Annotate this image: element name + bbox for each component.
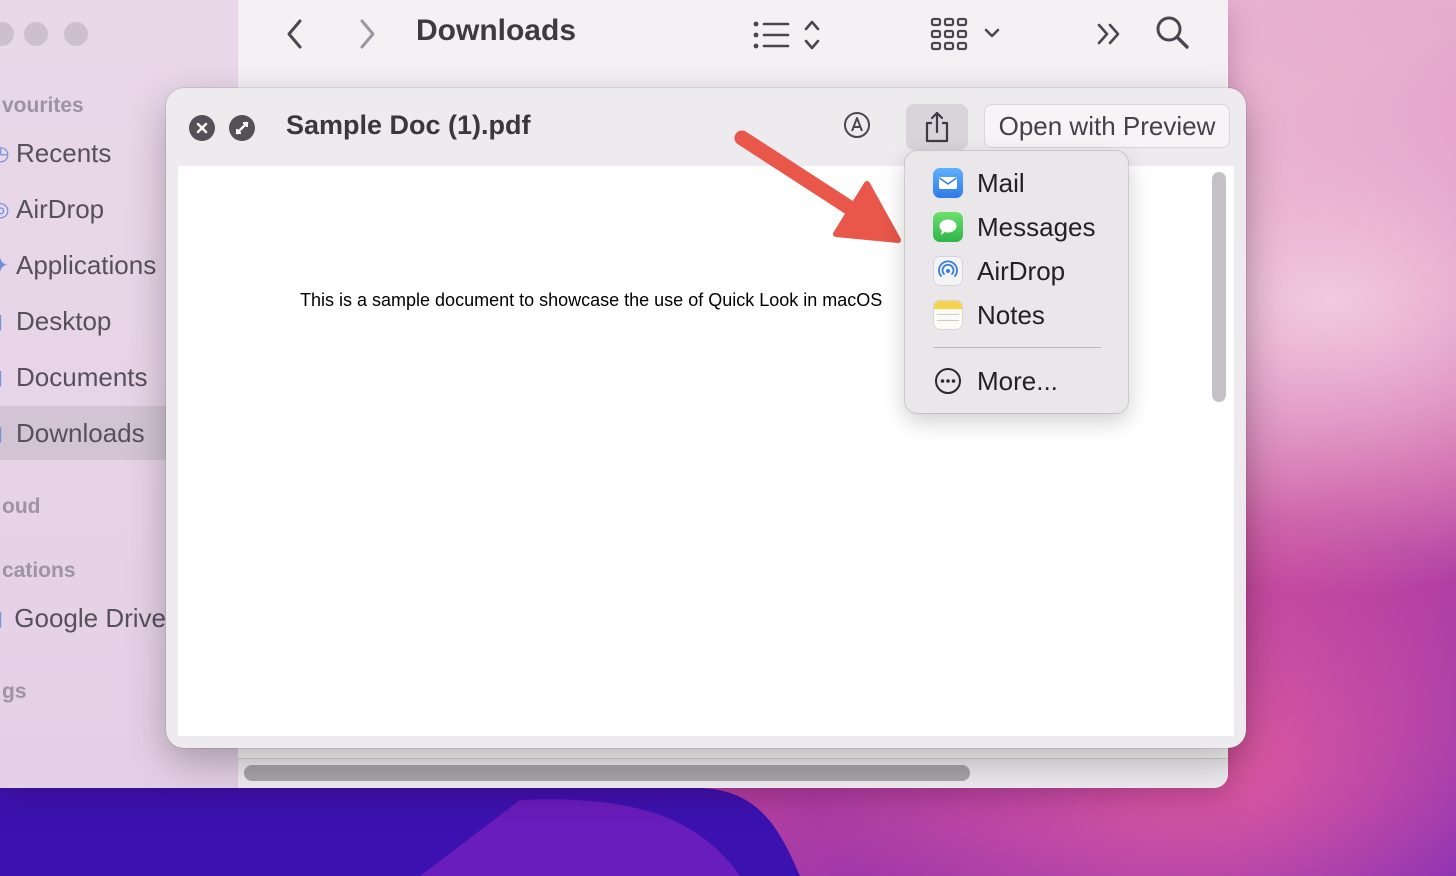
airdrop-icon: ◎ bbox=[0, 198, 10, 221]
applications-icon: ✦ bbox=[0, 254, 9, 277]
folder-icon: ▯ bbox=[0, 365, 12, 390]
menu-item-label: AirDrop bbox=[977, 255, 1066, 286]
menu-item-label: Notes bbox=[977, 299, 1045, 330]
menu-item-label: More... bbox=[977, 365, 1058, 396]
group-view-icon[interactable] bbox=[930, 16, 1004, 52]
zoom-traffic-light[interactable] bbox=[64, 22, 88, 46]
sidebar-item-label: Google Drive bbox=[14, 602, 166, 633]
forward-chevron-icon[interactable] bbox=[356, 18, 378, 50]
sidebar-section-icloud: oud bbox=[2, 495, 41, 518]
close-traffic-light[interactable] bbox=[0, 22, 14, 46]
share-menu-item-messages[interactable]: Messages bbox=[933, 208, 1096, 246]
sidebar-item-airdrop[interactable]: ◎ AirDrop bbox=[0, 182, 166, 236]
sidebar-item-label: Desktop bbox=[16, 305, 112, 336]
finder-toolbar: Downloads bbox=[238, 0, 1228, 88]
sidebar-item-downloads[interactable]: ▯ Downloads bbox=[0, 406, 166, 460]
document-text: This is a sample document to showcase th… bbox=[300, 290, 883, 310]
share-menu-item-notes[interactable]: Notes bbox=[933, 296, 1045, 334]
quicklook-title: Sample Doc (1).pdf bbox=[286, 110, 531, 140]
airdrop-icon bbox=[933, 256, 963, 286]
sidebar-item-label: Documents bbox=[16, 361, 148, 392]
horizontal-scrollbar[interactable] bbox=[244, 765, 970, 781]
back-chevron-icon[interactable] bbox=[284, 18, 306, 50]
open-with-preview-button[interactable]: Open with Preview bbox=[984, 104, 1230, 148]
menu-item-label: Messages bbox=[977, 211, 1096, 242]
sidebar-item-label: AirDrop bbox=[16, 193, 105, 224]
sidebar-item-label: Applications bbox=[16, 249, 157, 280]
mail-icon bbox=[933, 168, 963, 198]
more-ellipsis-icon bbox=[933, 366, 963, 396]
sidebar-item-label: Downloads bbox=[16, 417, 145, 448]
sidebar-item-recents[interactable]: ◷ Recents bbox=[0, 126, 166, 180]
fullscreen-icon bbox=[235, 121, 249, 135]
sidebar-item-label: Recents bbox=[16, 137, 112, 168]
share-menu-item-airdrop[interactable]: AirDrop bbox=[933, 252, 1065, 290]
folder-icon: ▯ bbox=[0, 309, 12, 334]
clock-icon: ◷ bbox=[0, 142, 10, 165]
sidebar-item-documents[interactable]: ▯ Documents bbox=[0, 350, 166, 404]
sidebar-section-tags: gs bbox=[2, 680, 27, 703]
sidebar-item-applications[interactable]: ✦ Applications bbox=[0, 238, 166, 292]
share-menu: Mail Messages AirDrop Notes More... bbox=[905, 151, 1128, 413]
menu-item-label: Mail bbox=[977, 167, 1025, 198]
search-icon[interactable] bbox=[1154, 14, 1192, 52]
close-button[interactable] bbox=[189, 115, 215, 141]
fullscreen-button[interactable] bbox=[229, 115, 255, 141]
vertical-scrollbar[interactable] bbox=[1212, 172, 1226, 402]
drive-icon: ▯ bbox=[0, 606, 10, 631]
sidebar-item-desktop[interactable]: ▯ Desktop bbox=[0, 294, 166, 348]
close-icon bbox=[196, 122, 208, 134]
share-menu-item-mail[interactable]: Mail bbox=[933, 164, 1025, 202]
list-view-icon[interactable] bbox=[752, 18, 830, 52]
sidebar-item-google-drive[interactable]: ▯ Google Drive bbox=[0, 591, 166, 645]
downloads-folder-icon: ▯ bbox=[0, 421, 12, 446]
notes-icon bbox=[933, 300, 963, 330]
sidebar-section-locations: cations bbox=[2, 559, 76, 582]
sidebar-section-favourites: vourites bbox=[2, 94, 84, 117]
finder-window-title: Downloads bbox=[416, 14, 577, 47]
annotation-arrow bbox=[734, 130, 901, 243]
menu-separator bbox=[933, 347, 1101, 348]
messages-icon bbox=[933, 212, 963, 242]
more-toolbar-items-icon[interactable] bbox=[1096, 20, 1124, 48]
minimize-traffic-light[interactable] bbox=[24, 22, 48, 46]
share-menu-item-more[interactable]: More... bbox=[933, 362, 1058, 400]
